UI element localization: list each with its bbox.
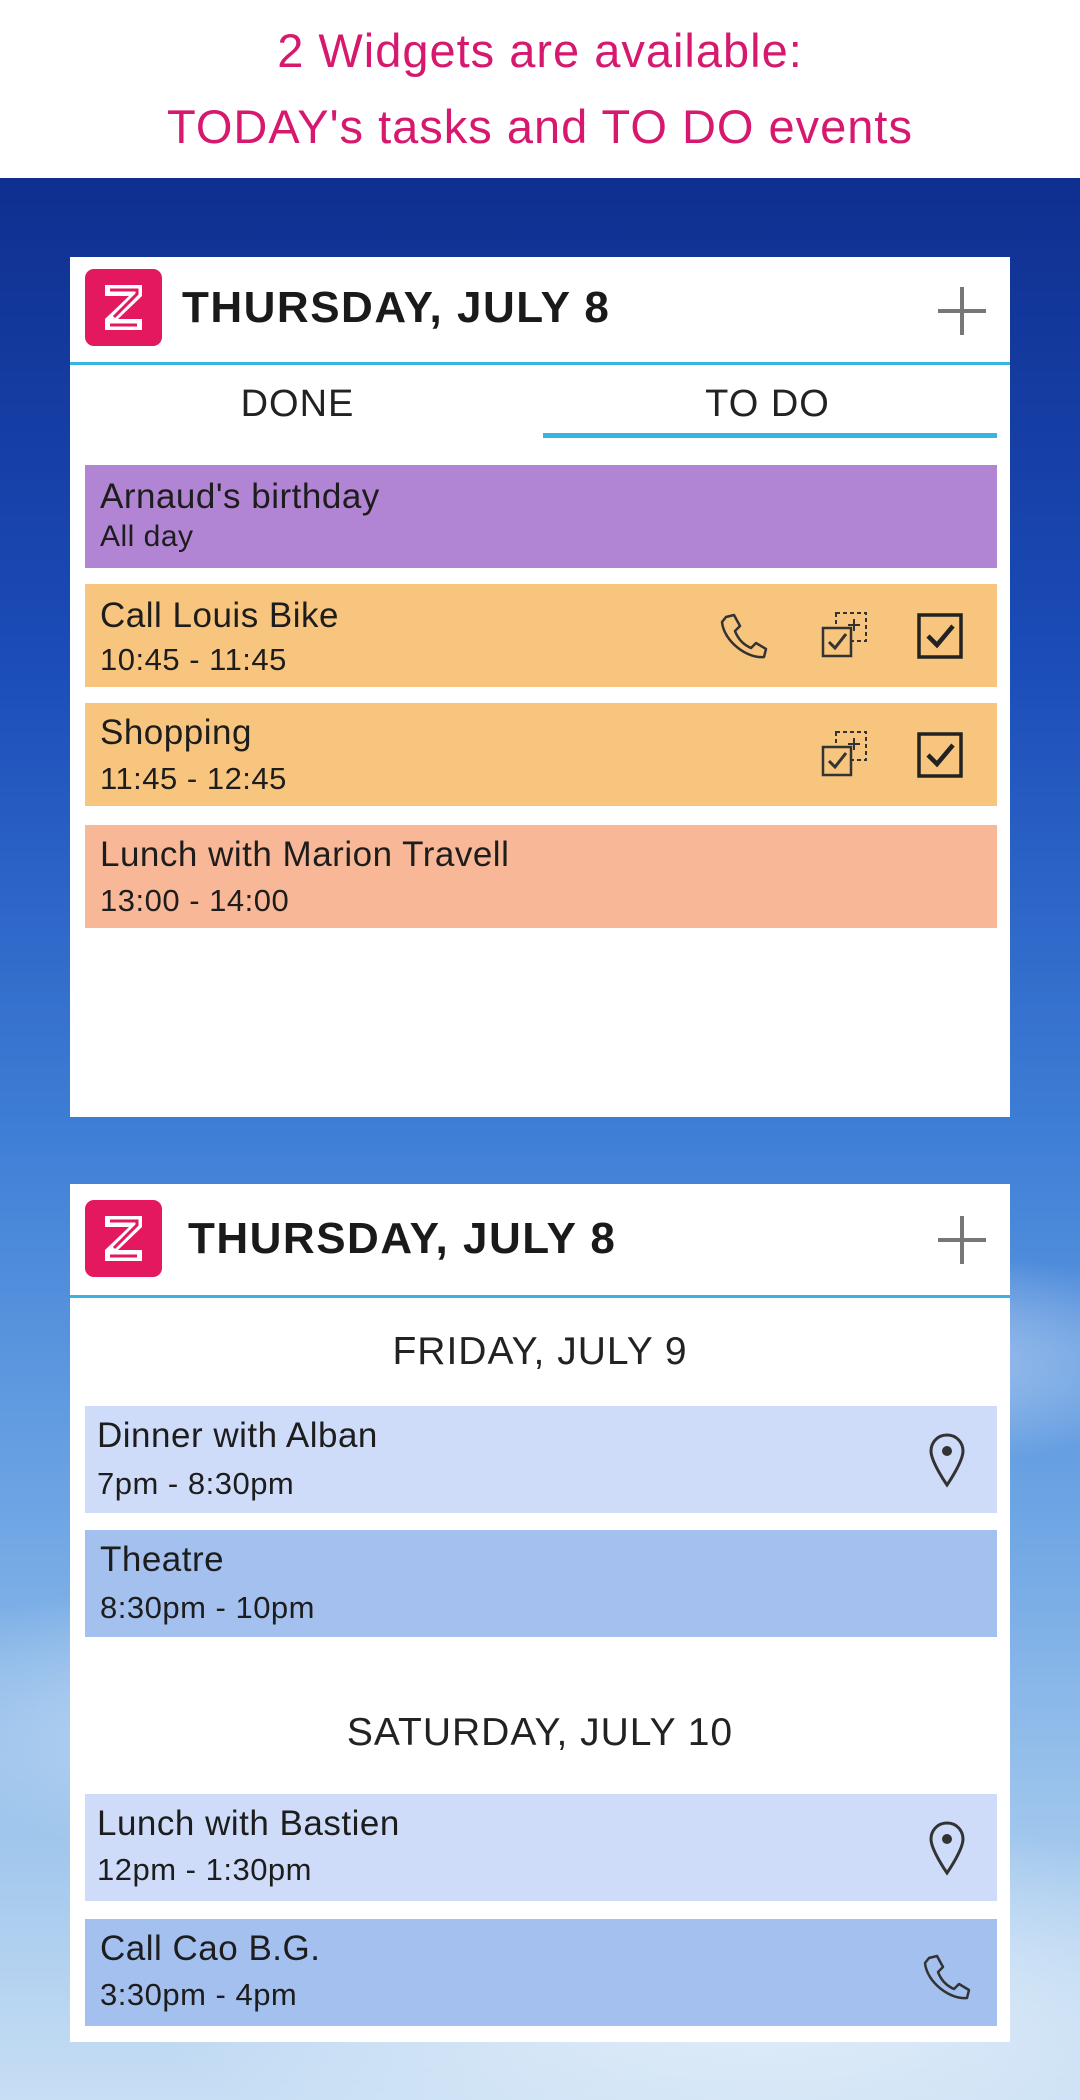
event-item[interactable]: Call Cao B.G. 3:30pm - 4pm <box>85 1919 997 2026</box>
event-time: 3:30pm - 4pm <box>100 1977 298 2012</box>
event-time: 7pm - 8:30pm <box>97 1466 295 1501</box>
banner-line-2: TODAY's tasks and TO DO events <box>167 100 913 153</box>
widget-date-title[interactable]: THURSDAY, JULY 8 <box>188 1214 616 1264</box>
phone-icon[interactable] <box>718 612 770 665</box>
event-title: Arnaud's birthday <box>100 477 380 516</box>
event-title: Dinner with Alban <box>97 1416 378 1455</box>
widget-date-title[interactable]: THURSDAY, JULY 8 <box>182 283 610 333</box>
tab-done[interactable]: DONE <box>70 383 525 426</box>
event-title: Lunch with Marion Travell <box>100 835 510 874</box>
event-item[interactable]: Dinner with Alban 7pm - 8:30pm <box>85 1406 997 1513</box>
widget-header: THURSDAY, JULY 8 <box>70 257 1010 365</box>
event-item[interactable]: Shopping 11:45 - 12:45 <box>85 703 997 806</box>
checkbox-checked-icon[interactable] <box>916 612 964 665</box>
banner-line-1: 2 Widgets are available: <box>277 24 803 77</box>
copy-task-icon[interactable] <box>820 610 870 665</box>
event-title: Shopping <box>100 713 252 752</box>
tab-todo[interactable]: TO DO <box>540 383 995 426</box>
event-title: Call Louis Bike <box>100 596 339 635</box>
checkbox-checked-icon[interactable] <box>916 731 964 784</box>
today-tasks-widget: THURSDAY, JULY 8 DONE TO DO Arnaud's bir… <box>70 257 1010 1117</box>
copy-task-icon[interactable] <box>820 729 870 784</box>
event-time: 12pm - 1:30pm <box>97 1852 312 1887</box>
event-time: All day <box>100 520 194 553</box>
event-item[interactable]: Lunch with Marion Travell 13:00 - 14:00 <box>85 825 997 928</box>
event-time: 13:00 - 14:00 <box>100 883 290 918</box>
event-item[interactable]: Arnaud's birthday All day <box>85 465 997 568</box>
day-heading: FRIDAY, JULY 9 <box>392 1330 688 1373</box>
promo-banner: 2 Widgets are available: TODAY's tasks a… <box>0 0 1080 178</box>
event-item[interactable]: Theatre 8:30pm - 10pm <box>85 1530 997 1637</box>
phone-icon[interactable] <box>921 1953 973 2006</box>
day-heading: SATURDAY, JULY 10 <box>346 1711 734 1754</box>
add-event-button[interactable] <box>932 281 992 341</box>
app-logo-icon[interactable] <box>85 269 162 346</box>
widget-header: THURSDAY, JULY 8 <box>70 1184 1010 1298</box>
event-time: 8:30pm - 10pm <box>100 1590 315 1625</box>
todo-events-widget: THURSDAY, JULY 8 FRIDAY, JULY 9 Dinner w… <box>70 1184 1010 2042</box>
location-pin-icon[interactable] <box>928 1820 966 1881</box>
event-time: 11:45 - 12:45 <box>100 761 287 796</box>
event-item[interactable]: Lunch with Bastien 12pm - 1:30pm <box>85 1794 997 1901</box>
event-time: 10:45 - 11:45 <box>100 642 287 677</box>
location-pin-icon[interactable] <box>928 1432 966 1493</box>
plus-icon <box>938 287 986 335</box>
app-logo-icon[interactable] <box>85 1200 162 1277</box>
event-title: Lunch with Bastien <box>97 1804 400 1843</box>
event-title: Theatre <box>100 1540 225 1579</box>
tab-selected-indicator <box>543 433 997 438</box>
event-item[interactable]: Call Louis Bike 10:45 - 11:45 <box>85 584 997 687</box>
event-title: Call Cao B.G. <box>100 1929 321 1968</box>
add-event-button[interactable] <box>932 1210 992 1270</box>
plus-icon <box>938 1216 986 1264</box>
tab-bar: DONE TO DO <box>70 365 1010 457</box>
